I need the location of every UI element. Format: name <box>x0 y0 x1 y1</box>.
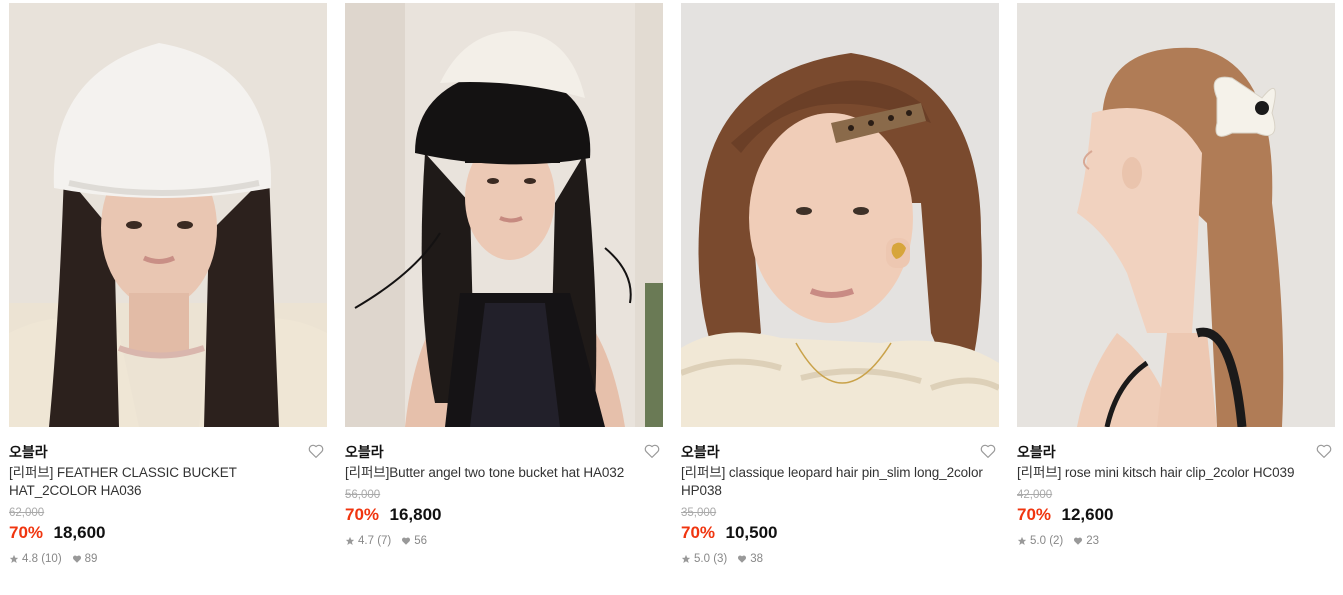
heart-filled-icon <box>401 536 411 546</box>
rating-value: 5.0 <box>1030 535 1046 547</box>
like-count: 56 <box>414 535 428 547</box>
product-grid: 오블라 [리퍼브] FEATHER CLASSIC BUCKET HAT_2CO… <box>0 0 1343 595</box>
product-card[interactable]: 오블라 [리퍼브] classique leopard hair pin_sli… <box>681 3 999 566</box>
rating-value: 5.0 <box>694 553 710 565</box>
product-card[interactable]: 오블라 [리퍼브]Butter angel two tone bucket ha… <box>345 3 663 548</box>
review-count: (10) <box>41 553 62 565</box>
discount-rate: 70% <box>1017 505 1052 524</box>
discount-rate: 70% <box>9 523 44 542</box>
wishlist-heart-icon[interactable] <box>1315 442 1335 462</box>
product-title[interactable]: [리퍼브] rose mini kitsch hair clip_2color … <box>1017 464 1335 482</box>
star-icon <box>9 554 19 564</box>
wishlist-heart-icon[interactable] <box>307 442 327 462</box>
rating-value: 4.7 <box>358 535 374 547</box>
review-count: (3) <box>713 553 728 565</box>
product-image[interactable] <box>345 3 663 427</box>
sale-price: 10,500 <box>725 523 778 542</box>
star-icon <box>345 536 355 546</box>
heart-filled-icon <box>1073 536 1083 546</box>
discount-rate: 70% <box>345 505 380 524</box>
original-price: 35,000 <box>681 507 717 519</box>
original-price: 42,000 <box>1017 489 1053 501</box>
product-title[interactable]: [리퍼브]Butter angel two tone bucket hat HA… <box>345 464 663 482</box>
brand-name[interactable]: 오블라 <box>9 444 48 460</box>
sale-price: 12,600 <box>1061 505 1114 524</box>
star-icon <box>681 554 691 564</box>
like-count: 38 <box>750 553 764 565</box>
product-image[interactable] <box>1017 3 1335 427</box>
review-count: (2) <box>1049 535 1064 547</box>
discount-rate: 70% <box>681 523 716 542</box>
heart-filled-icon <box>737 554 747 564</box>
brand-name[interactable]: 오블라 <box>1017 444 1056 460</box>
product-title[interactable]: [리퍼브] FEATHER CLASSIC BUCKET HAT_2COLOR … <box>9 464 327 500</box>
product-card[interactable]: 오블라 [리퍼브] rose mini kitsch hair clip_2co… <box>1017 3 1335 548</box>
star-icon <box>1017 536 1027 546</box>
product-title[interactable]: [리퍼브] classique leopard hair pin_slim lo… <box>681 464 999 500</box>
sale-price: 18,600 <box>53 523 106 542</box>
review-count: (7) <box>377 535 392 547</box>
product-image[interactable] <box>9 3 327 427</box>
original-price: 62,000 <box>9 507 45 519</box>
wishlist-heart-icon[interactable] <box>979 442 999 462</box>
brand-name[interactable]: 오블라 <box>681 444 720 460</box>
rating-value: 4.8 <box>22 553 38 565</box>
brand-name[interactable]: 오블라 <box>345 444 384 460</box>
product-image[interactable] <box>681 3 999 427</box>
sale-price: 16,800 <box>389 505 442 524</box>
product-card[interactable]: 오블라 [리퍼브] FEATHER CLASSIC BUCKET HAT_2CO… <box>9 3 327 566</box>
original-price: 56,000 <box>345 489 381 501</box>
like-count: 89 <box>84 553 98 565</box>
like-count: 23 <box>1086 535 1100 547</box>
wishlist-heart-icon[interactable] <box>643 442 663 462</box>
heart-filled-icon <box>72 554 82 564</box>
